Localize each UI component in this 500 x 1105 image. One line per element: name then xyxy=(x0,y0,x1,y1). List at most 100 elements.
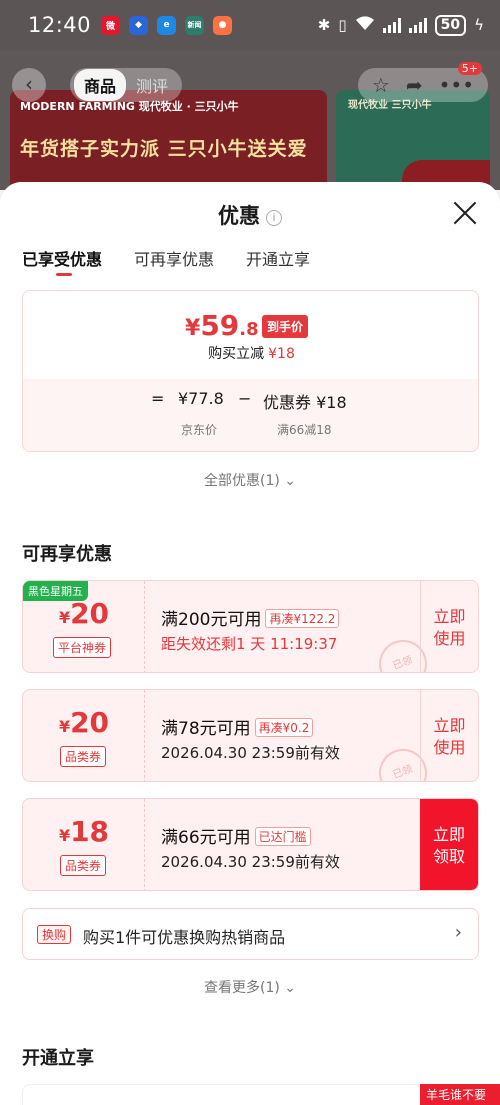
sheet-title-text: 优惠 xyxy=(218,204,260,228)
reduce-line: 购买立减 ¥18 xyxy=(23,343,478,363)
battery-icon: 50 xyxy=(434,14,467,36)
signal-icon-2 xyxy=(408,17,427,33)
coupon-value: 黑色星期五 ¥20 平台神券 xyxy=(23,581,145,672)
status-right: ✱ ▯ 50 ϟ xyxy=(317,14,484,36)
coupon-condition-text: 满200元可用 xyxy=(161,610,262,630)
more-discounts-section: 可再享优惠 黑色星期五 ¥20 平台神券 满200元可用 再凑¥122.2 距失效… xyxy=(0,515,500,1020)
chevron-down-icon: ⌄ xyxy=(284,473,297,489)
open-enjoy-card[interactable] xyxy=(22,1084,479,1105)
coupon-gap-tag: 再凑¥0.2 xyxy=(254,718,314,737)
coupon-condition: 满78元可用 再凑¥0.2 xyxy=(161,714,314,739)
tab-enjoyed[interactable]: 已享受优惠 xyxy=(22,246,102,276)
coupon-card: 黑色星期五 ¥20 平台神券 满200元可用 再凑¥122.2 距失效还剩1 天 … xyxy=(22,580,479,673)
see-more-toggle[interactable]: 查看更多(1) ⌄ xyxy=(0,977,500,997)
price-decimal: .8 xyxy=(239,319,259,340)
coupon-details: 满200元可用 再凑¥122.2 距失效还剩1 天 11:19:37 已领 xyxy=(147,581,434,672)
price-card: ¥59.8 到手价 购买立减 ¥18 = ¥77.8 京东价 − 优惠券 ¥18 … xyxy=(22,290,479,452)
all-offers-toggle[interactable]: 全部优惠(1) ⌄ xyxy=(0,470,500,490)
coupon-deduction: 优惠券 ¥18 xyxy=(263,393,347,412)
product-page-backdrop[interactable]: ‹ 商品 测评 ☆ ➦ ••• 5+ MODERN FARMING 现代牧业 ·… xyxy=(0,50,500,190)
coupon-deduction-label: 满66减18 xyxy=(277,423,332,437)
info-icon[interactable]: i xyxy=(266,210,282,226)
back-icon[interactable]: ‹ xyxy=(12,68,46,102)
chevron-down-icon: ⌄ xyxy=(284,980,297,996)
tab-open-enjoy[interactable]: 开通立享 xyxy=(246,246,310,270)
coupon-amount: ¥20 xyxy=(23,597,145,630)
tab-product[interactable]: 商品 xyxy=(74,69,127,101)
coupon-amount: ¥20 xyxy=(23,706,145,739)
coupon-amount-number: 18 xyxy=(70,815,110,848)
claim-coupon-button[interactable]: 立即 领取 xyxy=(420,799,478,890)
product-tabs: 商品 测评 xyxy=(70,68,183,102)
tab-review[interactable]: 测评 xyxy=(126,69,178,101)
status-app-icons: 微 ◆ e 新闻 ● xyxy=(101,15,233,35)
status-bar: 12:40 微 ◆ e 新闻 ● ✱ ▯ 50 ϟ xyxy=(0,0,500,50)
coupon-type: 平台神券 xyxy=(53,637,112,658)
coupon-amount-number: 20 xyxy=(70,706,110,739)
promo-strip: 羊毛谁不要 xyxy=(420,1084,500,1105)
coupon-value: ¥20 品类券 xyxy=(23,690,145,781)
product-banner: MODERN FARMING 现代牧业 · 三只小牛 年货搭子实力派 三只小牛送… xyxy=(10,90,327,190)
price-currency: ¥ xyxy=(185,316,201,341)
coupon-condition-text: 满78元可用 xyxy=(161,719,251,739)
news-app-icon: 新闻 xyxy=(185,15,205,35)
discount-sheet: 优惠 i 已享受优惠 可再享优惠 开通立享 ¥59.8 到手价 购买立减 ¥18 =… xyxy=(0,182,500,1105)
bluetooth-icon: ✱ xyxy=(317,16,331,34)
star-icon[interactable]: ☆ xyxy=(372,73,390,97)
equals-sign: = xyxy=(151,389,165,408)
reduce-label: 购买立减 xyxy=(208,346,265,362)
more-icon[interactable]: ••• xyxy=(439,73,474,97)
product-actions: ☆ ➦ ••• 5+ xyxy=(357,62,488,102)
original-price-label: 京东价 xyxy=(181,423,218,437)
wifi-icon xyxy=(355,15,375,35)
product-side-image: 现代牧业 三只小牛 超级18 xyxy=(336,90,490,190)
signal-icon-1 xyxy=(382,17,401,33)
more-discounts-title: 可再享优惠 xyxy=(22,544,112,565)
game-app-icon: ● xyxy=(213,15,233,35)
price-breakdown: = ¥77.8 京东价 − 优惠券 ¥18 满66减18 xyxy=(23,379,478,451)
coupon-validity: 2026.04.30 23:59前有效 xyxy=(161,744,340,762)
tab-more-available[interactable]: 可再享优惠 xyxy=(134,246,214,270)
coupon-amount-number: 20 xyxy=(70,597,110,630)
use-coupon-button[interactable]: 立即 使用 xyxy=(420,690,478,781)
open-enjoy-title: 开通立享 xyxy=(22,1048,94,1069)
reduce-value: ¥18 xyxy=(268,346,295,362)
share-icon[interactable]: ➦ xyxy=(406,73,423,97)
final-price: ¥59.8 xyxy=(185,309,259,342)
charging-icon: ϟ xyxy=(474,16,484,34)
coupon-condition-text: 满66元可用 xyxy=(161,828,251,848)
coupon-card: ¥18 品类券 满66元可用 已达门槛 2026.04.30 23:59前有效 立… xyxy=(22,798,479,891)
vibrate-icon: ▯ xyxy=(338,16,347,34)
coupon-details: 满78元可用 再凑¥0.2 2026.04.30 23:59前有效 已领 xyxy=(147,690,434,781)
message-badge: 5+ xyxy=(457,62,482,75)
coupon-amount: ¥18 xyxy=(23,815,145,848)
threshold-reached-tag: 已达门槛 xyxy=(254,827,311,846)
coupon-validity: 2026.04.30 23:59前有效 xyxy=(161,853,340,871)
coupon-countdown: 距失效还剩1 天 11:19:37 xyxy=(161,635,338,653)
sheet-title: 优惠 i xyxy=(0,200,500,230)
browser-app-icon: e xyxy=(157,15,177,35)
close-icon[interactable] xyxy=(452,200,478,226)
shield-app-icon: ◆ xyxy=(129,15,149,35)
see-more-label: 查看更多(1) xyxy=(203,980,280,996)
coupon-currency: ¥ xyxy=(58,608,71,627)
status-time: 12:40 xyxy=(28,13,92,37)
coupon-value: ¥18 品类券 xyxy=(23,799,145,890)
price-top: ¥59.8 到手价 购买立减 ¥18 xyxy=(23,291,478,379)
sheet-header: 优惠 i 已享受优惠 可再享优惠 开通立享 ¥59.8 到手价 购买立减 ¥18 =… xyxy=(0,182,500,515)
weibo-icon: 微 xyxy=(101,15,121,35)
coupon-currency: ¥ xyxy=(58,717,71,736)
price-integer: 59 xyxy=(200,309,240,342)
all-offers-label: 全部优惠(1) xyxy=(203,473,280,489)
swap-purchase-row[interactable]: 换购 购买1件可优惠换购热销商品 › xyxy=(22,908,479,960)
coupon-condition: 满66元可用 已达门槛 xyxy=(161,823,311,848)
discount-tabs: 已享受优惠 可再享优惠 开通立享 xyxy=(22,246,310,276)
use-coupon-button[interactable]: 立即 使用 xyxy=(420,581,478,672)
coupon-details: 满66元可用 已达门槛 2026.04.30 23:59前有效 xyxy=(147,799,421,890)
coupon-card: ¥20 品类券 满78元可用 再凑¥0.2 2026.04.30 23:59前有效… xyxy=(22,689,479,782)
final-price-tag: 到手价 xyxy=(262,315,309,338)
coupon-currency: ¥ xyxy=(58,826,71,845)
swap-tag: 换购 xyxy=(37,925,72,944)
minus-sign: − xyxy=(238,389,252,408)
coupon-condition: 满200元可用 再凑¥122.2 xyxy=(161,605,340,630)
